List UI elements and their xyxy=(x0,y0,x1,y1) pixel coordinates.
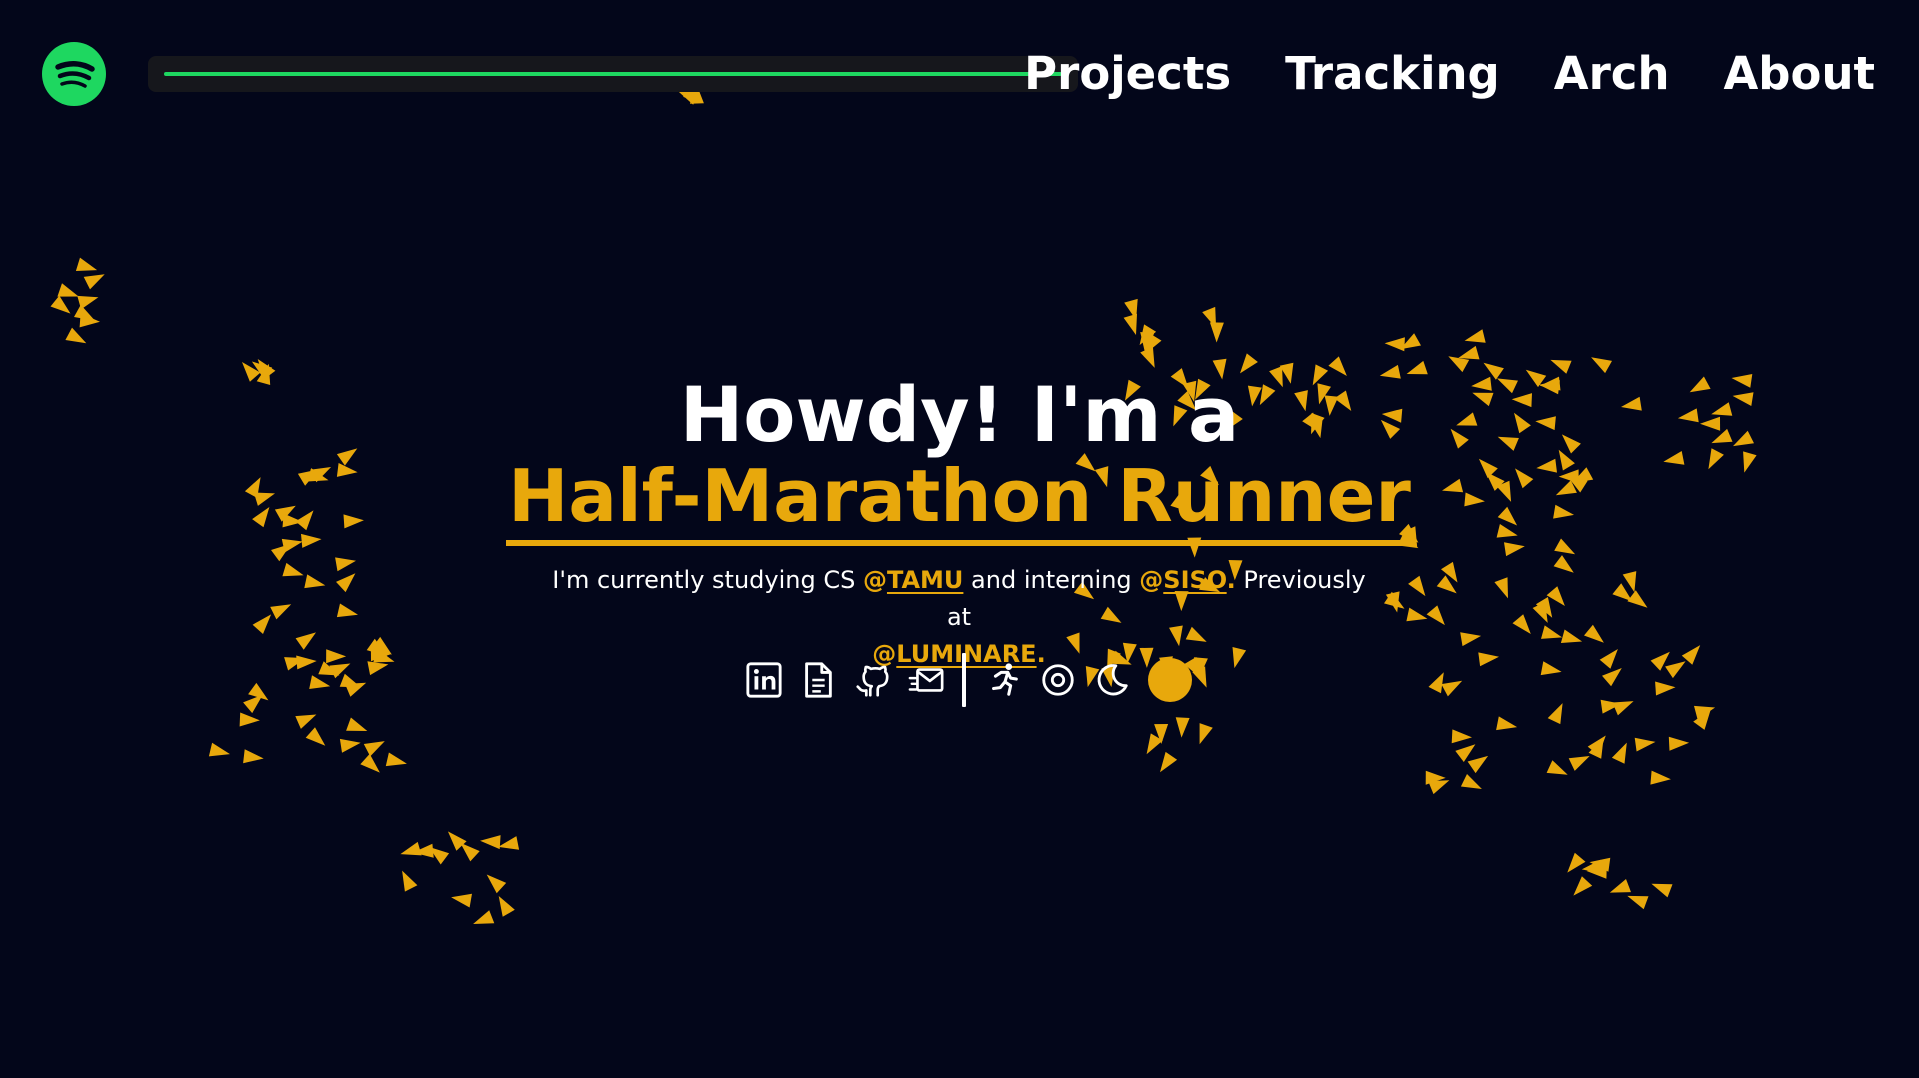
social-icons xyxy=(744,650,1192,710)
bio-text-interning: and interning xyxy=(963,566,1140,594)
link-tamu[interactable]: @TAMU xyxy=(863,566,963,594)
runner-icon[interactable] xyxy=(984,660,1024,700)
now-playing-bar[interactable] xyxy=(148,56,1078,92)
hero-role-wrap: Half-Marathon Runner xyxy=(0,448,1919,546)
icon-divider xyxy=(962,653,966,707)
mail-icon[interactable] xyxy=(906,660,946,700)
main-nav: Projects Tracking Arch About xyxy=(1024,44,1875,104)
github-icon[interactable] xyxy=(852,660,892,700)
spotify-button[interactable] xyxy=(42,42,106,106)
hero-role[interactable]: Half-Marathon Runner xyxy=(506,452,1413,546)
bio-text-studying: I'm currently studying CS xyxy=(552,566,863,594)
nav-tracking[interactable]: Tracking xyxy=(1285,44,1500,104)
link-siso[interactable]: @SISO. xyxy=(1139,566,1236,594)
nav-projects[interactable]: Projects xyxy=(1024,44,1231,104)
target-icon[interactable] xyxy=(1038,660,1078,700)
accent-dot[interactable] xyxy=(1148,658,1192,702)
linkedin-icon[interactable] xyxy=(744,660,784,700)
nav-about[interactable]: About xyxy=(1723,44,1875,104)
moon-icon[interactable] xyxy=(1092,660,1132,700)
nav-arch[interactable]: Arch xyxy=(1554,44,1670,104)
spotify-icon xyxy=(55,61,95,88)
document-icon[interactable] xyxy=(798,660,838,700)
now-playing-progress xyxy=(164,72,1062,76)
